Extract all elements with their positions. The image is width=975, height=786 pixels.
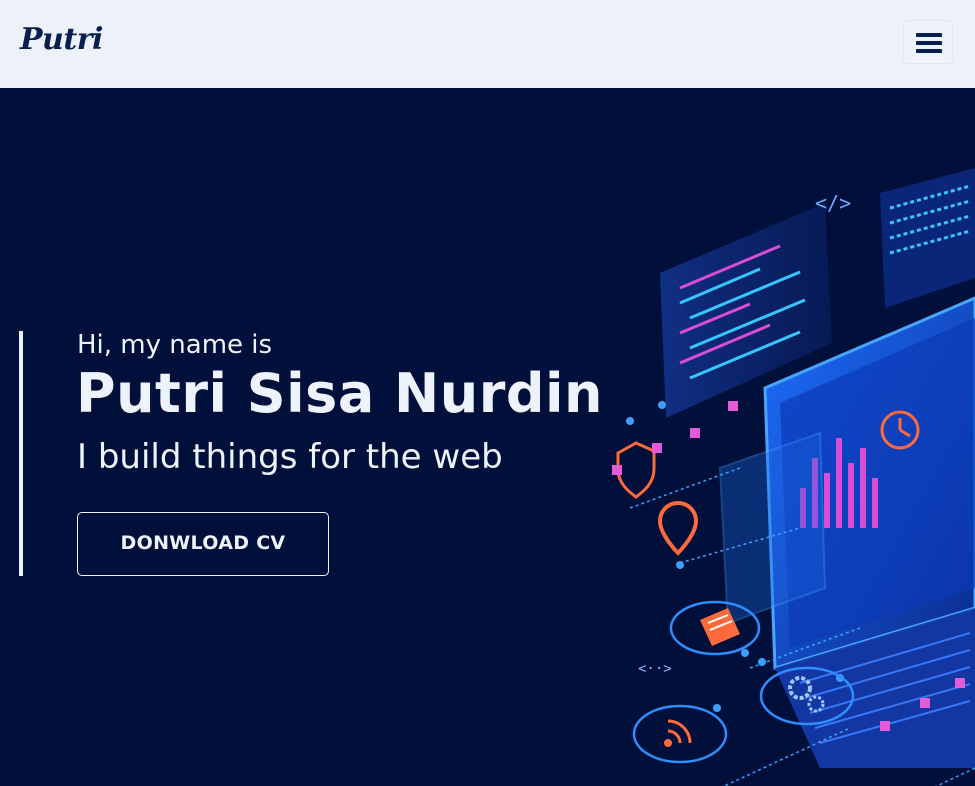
data-panel xyxy=(880,168,975,308)
shield-icon xyxy=(616,441,656,499)
code-tag-label: </> xyxy=(815,191,851,215)
hero-illustration: </> <··> xyxy=(612,168,975,786)
map-pin-icon xyxy=(657,500,699,556)
hamburger-menu-icon-bar xyxy=(916,49,942,53)
brand-logo[interactable]: Putri xyxy=(20,22,103,57)
hero-accent-line xyxy=(19,331,23,576)
hero-name: Putri Sisa Nurdin xyxy=(76,362,603,425)
hero-section: Hi, my name is Putri Sisa Nurdin I build… xyxy=(0,88,975,786)
arrows-icon: <··> xyxy=(638,661,672,677)
hamburger-menu-button[interactable] xyxy=(903,20,953,64)
navbar: Putri xyxy=(0,0,975,88)
hamburger-menu-icon-bar xyxy=(916,41,942,45)
document-icon xyxy=(669,600,761,656)
hamburger-menu-icon xyxy=(916,33,942,37)
glass-panel xyxy=(718,431,827,625)
rss-icon xyxy=(632,704,728,764)
download-cv-button[interactable]: DONWLOAD CV xyxy=(77,512,329,576)
hero-greeting: Hi, my name is xyxy=(77,330,273,360)
hero-tagline: I build things for the web xyxy=(77,437,503,477)
